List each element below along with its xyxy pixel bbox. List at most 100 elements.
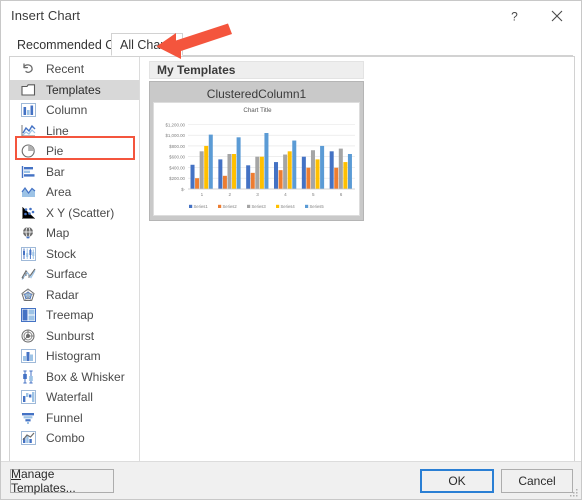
ok-button[interactable]: OK [420, 469, 494, 493]
svg-text:$600.00: $600.00 [169, 155, 185, 160]
sidebar-item-templates[interactable]: Templates [10, 79, 139, 100]
title-bar: Insert Chart ? [1, 1, 581, 31]
sidebar-item-sunburst-label: Sunburst [46, 328, 95, 343]
svg-text:$-: $- [181, 187, 185, 192]
sidebar-item-bar[interactable]: Bar [10, 162, 139, 183]
svg-text:$200.00: $200.00 [169, 176, 185, 181]
dialog-footer: Manage Templates... OK Cancel [1, 461, 581, 499]
area-chart-icon [20, 184, 37, 200]
line-chart-icon [20, 123, 37, 139]
sidebar-item-stock[interactable]: Stock [10, 244, 139, 265]
sidebar-item-pie-label: Pie [46, 144, 64, 159]
sidebar-item-column-label: Column [46, 103, 88, 118]
template-gallery: My Templates ClusteredColumn1 Chart Titl… [141, 57, 574, 461]
svg-text:Chart Title: Chart Title [243, 107, 272, 114]
svg-text:Series1: Series1 [194, 204, 209, 209]
sidebar-item-treemap-label: Treemap [46, 308, 94, 323]
help-icon[interactable]: ? [494, 1, 534, 31]
sidebar-item-histogram[interactable]: Histogram [10, 346, 139, 367]
surface-chart-icon [20, 266, 37, 282]
sidebar-item-surface[interactable]: Surface [10, 264, 139, 285]
sidebar-item-scatter-label: X Y (Scatter) [46, 205, 115, 220]
svg-text:5: 5 [312, 192, 315, 197]
sidebar-item-surface-label: Surface [46, 267, 88, 282]
sidebar-item-funnel[interactable]: Funnel [10, 408, 139, 429]
sunburst-chart-icon [20, 328, 37, 344]
map-globe-icon [20, 225, 37, 241]
svg-text:$1,000.00: $1,000.00 [165, 133, 185, 138]
cancel-button-label: Cancel [518, 474, 556, 488]
tab-all-charts-label: All Charts [120, 37, 175, 52]
sidebar-item-area[interactable]: Area [10, 182, 139, 203]
treemap-chart-icon [20, 307, 37, 323]
chart-type-list[interactable]: Recent Templates Column Line Pie Bar Are… [10, 57, 140, 461]
svg-text:Series3: Series3 [252, 204, 267, 209]
insert-chart-dialog: Insert Chart ? Recommended Charts All Ch… [0, 0, 582, 500]
sidebar-item-radar-label: Radar [46, 287, 79, 302]
svg-text:$400.00: $400.00 [169, 165, 185, 170]
resize-grip[interactable] [568, 487, 578, 497]
cancel-button[interactable]: Cancel [501, 469, 573, 493]
sidebar-item-waterfall[interactable]: Waterfall [10, 387, 139, 408]
template-thumbnail[interactable]: ClusteredColumn1 Chart Title $- $200.00 $40… [149, 81, 364, 221]
manage-templates-label: anage Templates... [11, 467, 76, 495]
sidebar-item-treemap[interactable]: Treemap [10, 305, 139, 326]
stock-chart-icon [20, 246, 37, 262]
sidebar-item-scatter[interactable]: X Y (Scatter) [10, 203, 139, 224]
manage-templates-button[interactable]: Manage Templates... [10, 467, 114, 495]
sidebar-item-combo-label: Combo [46, 431, 85, 446]
dialog-title: Insert Chart [11, 8, 81, 23]
sidebar-item-funnel-label: Funnel [46, 410, 83, 425]
svg-text:Series4: Series4 [281, 204, 296, 209]
funnel-chart-icon [20, 410, 37, 426]
sidebar-item-map-label: Map [46, 226, 70, 241]
svg-text:?: ? [511, 10, 518, 23]
sidebar-item-templates-label: Templates [46, 82, 101, 97]
bar-chart-icon [20, 164, 37, 180]
tab-strip: Recommended Charts All Charts [1, 31, 581, 56]
svg-text:2: 2 [228, 192, 231, 197]
close-icon[interactable] [537, 1, 577, 31]
sidebar-item-stock-label: Stock [46, 246, 77, 261]
sidebar-item-line-label: Line [46, 123, 69, 138]
sidebar-item-recent[interactable]: Recent [10, 59, 139, 80]
gallery-group-header-label: My Templates [157, 63, 236, 77]
gallery-group-header: My Templates [149, 61, 364, 79]
svg-text:$1,200.00: $1,200.00 [165, 122, 185, 127]
sidebar-item-pie[interactable]: Pie [10, 141, 139, 162]
sidebar-item-area-label: Area [46, 185, 72, 200]
histogram-chart-icon [20, 348, 37, 364]
recent-undo-icon [20, 61, 37, 77]
ok-button-label: OK [448, 474, 466, 488]
svg-text:4: 4 [284, 192, 287, 197]
column-chart-icon [20, 102, 37, 118]
dialog-body: Recent Templates Column Line Pie Bar Are… [9, 56, 575, 462]
tab-all-charts[interactable]: All Charts [111, 33, 184, 56]
waterfall-chart-icon [20, 389, 37, 405]
svg-text:Series2: Series2 [223, 204, 238, 209]
sidebar-item-line[interactable]: Line [10, 121, 139, 142]
sidebar-item-bar-label: Bar [46, 164, 65, 179]
sidebar-item-recent-label: Recent [46, 62, 85, 77]
sidebar-item-box-whisker-label: Box & Whisker [46, 369, 125, 384]
sidebar-item-column[interactable]: Column [10, 100, 139, 121]
sidebar-item-sunburst[interactable]: Sunburst [10, 326, 139, 347]
manage-templates-accel: M [11, 467, 21, 481]
scatter-chart-icon [20, 205, 37, 221]
template-thumbnail-title: ClusteredColumn1 [206, 86, 307, 101]
svg-text:1: 1 [201, 192, 204, 197]
combo-chart-icon [20, 430, 37, 446]
template-chart-preview: Chart Title $- $200.00 $400.00 $600.00 $800.0… [153, 102, 360, 216]
sidebar-item-map[interactable]: Map [10, 223, 139, 244]
sidebar-item-combo[interactable]: Combo [10, 428, 139, 449]
sidebar-item-box-whisker[interactable]: Box & Whisker [10, 367, 139, 388]
svg-text:Series5: Series5 [310, 204, 325, 209]
sidebar-item-histogram-label: Histogram [46, 349, 101, 364]
sidebar-item-radar[interactable]: Radar [10, 285, 139, 306]
radar-chart-icon [20, 287, 37, 303]
svg-text:3: 3 [256, 192, 259, 197]
templates-folder-icon [20, 82, 37, 98]
svg-text:6: 6 [340, 192, 343, 197]
sidebar-item-waterfall-label: Waterfall [46, 390, 93, 405]
svg-text:$800.00: $800.00 [169, 144, 185, 149]
